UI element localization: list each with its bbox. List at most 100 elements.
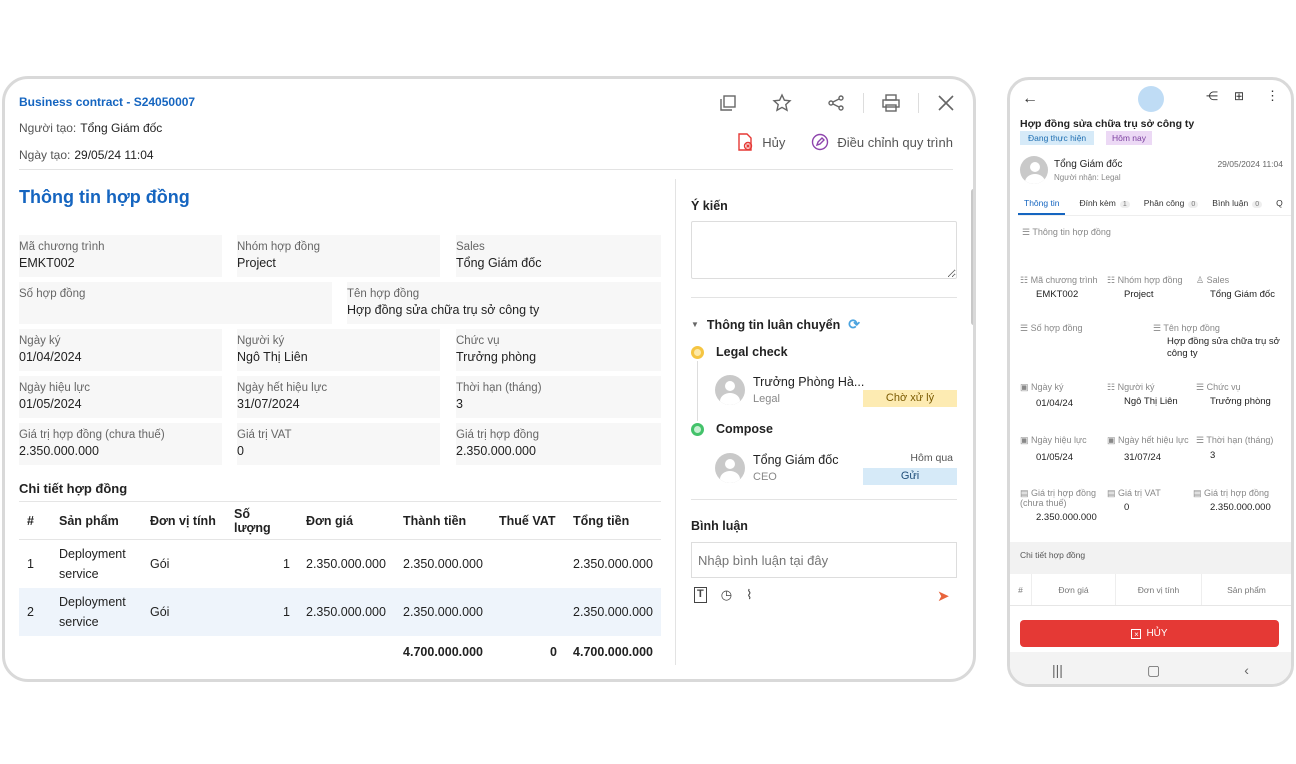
field-expiry-date: Ngày hết hiệu lực 31/07/2024	[237, 376, 440, 418]
opinion-input[interactable]	[691, 221, 957, 279]
cancel-icon: ×	[1131, 628, 1142, 639]
step-person: Tổng Giám đốc CEO	[715, 453, 838, 483]
field-position: Chức vụ Trưởng phòng	[456, 329, 661, 371]
creator-row: Người tạo: Tổng Giám đốc	[19, 121, 163, 135]
avatar	[715, 453, 745, 483]
more-icon[interactable]: ⋮	[1266, 88, 1279, 104]
label-value: ▤ Giá trị hợp đồng	[1193, 488, 1269, 498]
status-badge: Đang thực hiện	[1020, 131, 1095, 145]
copy-icon[interactable]	[715, 91, 741, 115]
label-vat: ▤ Giá trị VAT	[1107, 488, 1161, 498]
today-badge: Hôm nay	[1106, 131, 1153, 145]
label-group: ☷ Nhóm hợp đồng	[1107, 275, 1183, 285]
phone-date: 29/05/2024 11:04	[1217, 159, 1283, 169]
action-bar: Hủy Điều chỉnh quy trình	[710, 133, 953, 151]
tab-attachments[interactable]: Đính kèm 1	[1079, 198, 1130, 215]
value-sign-date: 01/04/24	[1036, 398, 1073, 409]
step-dot-icon	[691, 422, 704, 436]
timeline-line	[697, 361, 698, 421]
value-position: Trưởng phòng	[1210, 396, 1271, 407]
table-header: # Sản phẩm Đơn vị tính Số lượng Đơn giá …	[19, 501, 661, 540]
table-row[interactable]: 2 Deployment service Gói 1 2.350.000.000 2.35…	[19, 587, 661, 636]
section-title: Thông tin hợp đồng	[19, 187, 190, 207]
attach-icon[interactable]: ⌇	[746, 587, 752, 603]
desktop-window: Business contract - S24050007 Người tạo:…	[2, 76, 976, 682]
label-signer: ☷ Người ký	[1107, 382, 1155, 392]
value-program: EMKT002	[1036, 289, 1079, 300]
contract-title[interactable]: Business contract - S24050007	[19, 95, 195, 109]
scrollbar[interactable]	[971, 189, 973, 325]
tab-more[interactable]: Q	[1276, 198, 1283, 215]
label-position: ☰ Chức vụ	[1196, 382, 1241, 392]
status-badge: Chờ xử lý	[863, 390, 957, 407]
receiver: Người nhận: Legal	[1054, 173, 1121, 182]
label-sales: ♙ Sales	[1196, 275, 1230, 285]
field-program-code: Mã chương trình EMKT002	[19, 235, 222, 277]
value-sales: Tổng Giám đốc	[1210, 289, 1275, 300]
tab-info[interactable]: Thông tin	[1018, 198, 1066, 215]
avatar	[1020, 156, 1048, 184]
cancel-button[interactable]: × HỦY	[1020, 620, 1279, 647]
comment-input[interactable]	[691, 542, 957, 578]
value-vat: 0	[1124, 502, 1130, 513]
adjust-process-button[interactable]: Điều chỉnh quy trình	[811, 133, 953, 151]
detail-title: Chi tiết hợp đồng	[19, 481, 128, 496]
col-index: #	[19, 501, 51, 540]
cancel-button[interactable]: Hủy	[736, 133, 785, 151]
panel-divider	[675, 179, 676, 665]
label-program: ☷ Mã chương trình	[1020, 275, 1098, 285]
grid-icon[interactable]: ⊞	[1234, 89, 1244, 103]
col-total: Tổng tiền	[565, 501, 661, 540]
value-group: Project	[1124, 289, 1154, 300]
cancel-doc-icon	[738, 133, 753, 151]
mobile-frame: ← ⋲ ⊞ ⋮ Hợp đồng sửa chữa trụ sở công ty…	[1007, 77, 1294, 687]
value-pretax: 2.350.000.000	[1036, 512, 1097, 523]
label-number: ☰ Số hợp đồng	[1020, 323, 1083, 333]
step-dot-icon	[691, 345, 704, 359]
comment-tools: T ◷ ⌇	[694, 587, 752, 603]
flow-header[interactable]: ▼ Thông tin luân chuyển ⟳	[691, 316, 860, 333]
field-contract-group: Nhóm hợp đồng Project	[237, 235, 440, 277]
app-logo-icon	[1138, 86, 1164, 112]
value-expiry: 31/07/24	[1124, 452, 1161, 463]
value-name: Hợp đồng sửa chữa trụ sở công ty	[1167, 336, 1280, 359]
share-icon[interactable]: ⋲	[1206, 89, 1218, 103]
tab-comments[interactable]: Bình luận 0	[1212, 198, 1263, 215]
toolbar-divider	[863, 93, 864, 113]
step-legal-check: Legal check	[691, 345, 788, 359]
col-amount: Thành tiền	[395, 501, 491, 540]
field-effective-date: Ngày hiệu lực 01/05/2024	[19, 376, 222, 418]
print-icon[interactable]	[878, 91, 904, 115]
col-unit-price: Đơn giá	[298, 501, 395, 540]
section-label: ☰ Thông tin hợp đồng	[1022, 227, 1111, 237]
detail-columns: # Đơn giá Đơn vị tính Sản phẩm	[1010, 574, 1291, 606]
share-icon[interactable]	[823, 91, 849, 115]
recent-apps-icon[interactable]: |||	[1052, 662, 1063, 678]
refresh-icon[interactable]: ⟳	[848, 316, 860, 333]
table-row[interactable]: 1 Deployment service Gói 1 2.350.000.000 2.35…	[19, 540, 661, 588]
field-signer: Người ký Ngô Thị Liên	[237, 329, 440, 371]
send-icon[interactable]: ➤	[937, 587, 950, 605]
caret-down-icon: ▼	[691, 320, 699, 329]
back-icon[interactable]: ‹	[1244, 662, 1249, 678]
toolbar	[687, 91, 959, 115]
text-format-icon[interactable]: T	[694, 587, 707, 603]
field-contract-number: Số hợp đồng	[19, 282, 332, 324]
value-contract: 2.350.000.000	[1210, 502, 1271, 513]
label-expiry: ▣ Ngày hết hiệu lực	[1107, 435, 1189, 445]
label-name: ☰ Tên hợp đồng	[1153, 323, 1220, 333]
label-sign-date: ▣ Ngày ký	[1020, 382, 1064, 392]
back-arrow-icon[interactable]: ←	[1022, 90, 1038, 108]
col-unit: Đơn vị tính	[142, 501, 226, 540]
tab-assignment[interactable]: Phân công 0	[1144, 198, 1199, 215]
close-icon[interactable]	[933, 91, 959, 115]
status-badge: Gửi	[863, 468, 957, 485]
field-contract-name: Tên hợp đồng Hợp đồng sửa chữa trụ sở côn…	[347, 282, 661, 324]
totals-row: 4.700.000.000 0 4.700.000.000	[403, 644, 653, 659]
contract-info-panel: Thông tin hợp đồng	[19, 179, 661, 208]
avatar	[715, 375, 745, 405]
clock-icon[interactable]: ◷	[721, 587, 732, 603]
home-icon[interactable]: ▢	[1147, 662, 1160, 679]
col-product: Sản phẩm	[51, 501, 142, 540]
star-icon[interactable]	[769, 91, 795, 115]
